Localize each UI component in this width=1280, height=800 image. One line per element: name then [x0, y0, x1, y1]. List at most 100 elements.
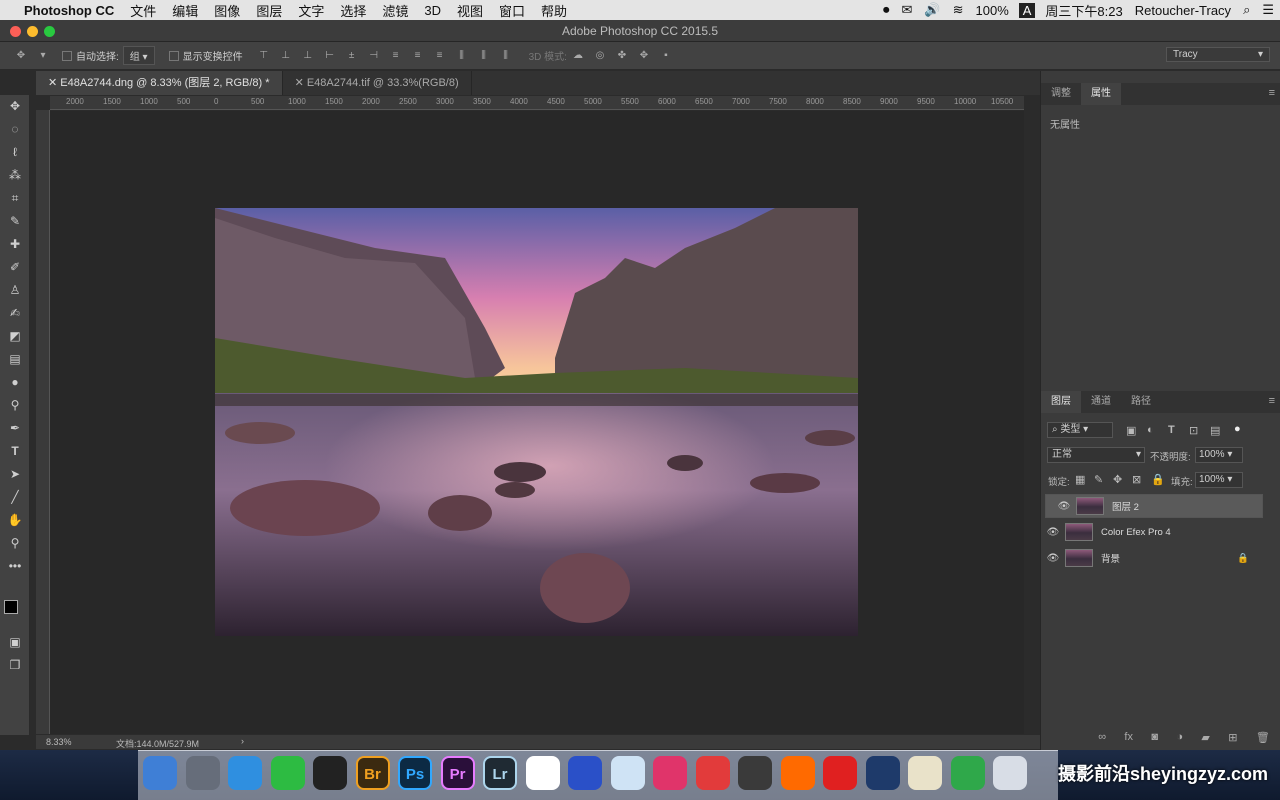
- dock-item-textedit-icon[interactable]: [908, 756, 942, 790]
- menu-window[interactable]: 窗口: [491, 1, 533, 20]
- tool-preset-chevron-icon[interactable]: ▾: [36, 50, 50, 62]
- eye-icon[interactable]: 👁: [1041, 527, 1065, 538]
- eye-icon[interactable]: 👁: [1041, 553, 1065, 564]
- lasso-tool-icon[interactable]: ℓ: [5, 143, 25, 161]
- menu-filter[interactable]: 滤镜: [374, 1, 416, 20]
- dock-item-numbers-icon[interactable]: [950, 756, 985, 790]
- tab-properties[interactable]: 属性: [1081, 83, 1121, 105]
- dock-item-finder-icon[interactable]: [143, 756, 177, 790]
- 3d-scale-icon[interactable]: ▪: [659, 50, 673, 62]
- path-select-tool-icon[interactable]: ➤: [5, 465, 25, 483]
- show-transform-checkbox[interactable]: [168, 50, 179, 61]
- add-mask-icon[interactable]: ◙: [1151, 731, 1158, 747]
- history-brush-tool-icon[interactable]: ✍: [5, 304, 25, 322]
- crop-tool-icon[interactable]: ⌗: [5, 189, 25, 207]
- workspace-dropdown[interactable]: Tracy ▾: [1166, 47, 1270, 62]
- filter-type-icon[interactable]: T: [1168, 424, 1175, 436]
- eye-icon[interactable]: 👁: [1052, 501, 1076, 512]
- lock-position-icon[interactable]: ✥: [1113, 473, 1122, 486]
- foreground-color-swatch[interactable]: [4, 600, 18, 614]
- filter-toggle-icon[interactable]: ●: [1234, 423, 1241, 435]
- distribute-vcenter-icon[interactable]: ≡: [411, 50, 425, 62]
- gradient-tool-icon[interactable]: ▤: [5, 350, 25, 368]
- filter-shape-icon[interactable]: ⊡: [1189, 424, 1198, 437]
- layer-style-icon[interactable]: fx: [1124, 731, 1133, 747]
- more-tools-icon[interactable]: •••: [5, 557, 25, 575]
- input-source[interactable]: A: [1018, 2, 1036, 18]
- layer-filter-dropdown[interactable]: ⌕ 类型 ▾: [1047, 422, 1113, 438]
- menu-layer[interactable]: 图层: [248, 1, 290, 20]
- new-layer-icon[interactable]: ⊞: [1228, 731, 1237, 747]
- menu-view[interactable]: 视图: [449, 1, 491, 20]
- move-tool-icon[interactable]: ✥: [5, 97, 25, 115]
- lock-artboard-icon[interactable]: ⊠: [1132, 473, 1141, 486]
- menu-image[interactable]: 图像: [206, 1, 248, 20]
- line-tool-icon[interactable]: ╱: [5, 488, 25, 506]
- clock[interactable]: 周三下午8:23: [1039, 1, 1128, 20]
- dock-item-qq-icon[interactable]: [313, 756, 347, 790]
- layer-row-layer2[interactable]: 👁 图层 2: [1045, 494, 1263, 518]
- zoom-tool-icon[interactable]: ⚲: [5, 534, 25, 552]
- dock-item-davinci-icon[interactable]: [653, 756, 687, 790]
- volume-icon[interactable]: 🔊: [918, 2, 946, 18]
- spotlight-icon[interactable]: ⌕: [1237, 2, 1256, 18]
- dock-item-launchpad-icon[interactable]: [185, 756, 220, 790]
- 3d-pan-icon[interactable]: ✤: [615, 50, 629, 62]
- fill-input[interactable]: 100% ▾: [1195, 472, 1243, 488]
- opacity-input[interactable]: 100% ▾: [1195, 447, 1243, 463]
- dock-item-infuse-icon[interactable]: [695, 756, 730, 790]
- align-vcenter-icon[interactable]: ⊥: [279, 50, 293, 62]
- filter-adjustment-icon[interactable]: ◐: [1147, 424, 1154, 436]
- distribute-left-icon[interactable]: ⫼: [455, 50, 469, 62]
- menu-help[interactable]: 帮助: [533, 1, 575, 20]
- tab-document-2[interactable]: ✕ E48A2744.tif @ 33.3%(RGB/8): [283, 71, 472, 95]
- 3d-roll-icon[interactable]: ◎: [593, 50, 607, 62]
- align-right-icon[interactable]: ⊣: [367, 50, 381, 62]
- lock-transparent-icon[interactable]: ▦: [1075, 473, 1085, 486]
- dock-item-obs-icon[interactable]: [738, 756, 772, 790]
- menu-edit[interactable]: 编辑: [164, 1, 206, 20]
- dock-item-safari-icon[interactable]: [228, 756, 262, 790]
- 3d-slide-icon[interactable]: ✥: [637, 50, 651, 62]
- dodge-tool-icon[interactable]: ⚲: [5, 396, 25, 414]
- healing-brush-tool-icon[interactable]: ✚: [5, 235, 25, 253]
- dock-item-br-icon[interactable]: Br: [355, 756, 390, 790]
- brush-tool-icon[interactable]: ✐: [5, 258, 25, 276]
- quick-mask-icon[interactable]: ▣: [5, 633, 25, 651]
- menu-type[interactable]: 文字: [290, 1, 332, 20]
- dock-item-baidu-icon[interactable]: [525, 756, 560, 790]
- tab-channels[interactable]: 通道: [1081, 391, 1121, 413]
- align-hcenter-icon[interactable]: ±: [345, 50, 359, 62]
- align-bottom-icon[interactable]: ⊥: [301, 50, 315, 62]
- new-group-icon[interactable]: ▰: [1201, 731, 1209, 747]
- close-window-button[interactable]: [10, 26, 21, 37]
- dock-item-netease-icon[interactable]: [823, 756, 857, 790]
- menu-select[interactable]: 选择: [332, 1, 374, 20]
- layer-row-background[interactable]: 👁 背景 🔒: [1041, 546, 1259, 570]
- dock-item-xiami-icon[interactable]: [780, 756, 815, 790]
- notification-icon[interactable]: ✉: [896, 2, 919, 18]
- marquee-tool-icon[interactable]: ◌: [5, 120, 25, 138]
- filter-smart-object-icon[interactable]: ▤: [1210, 424, 1220, 437]
- status-menu-chevron-icon[interactable]: ›: [241, 736, 244, 746]
- blend-mode-dropdown[interactable]: 正常 ▾: [1047, 447, 1145, 463]
- pen-tool-icon[interactable]: ✒: [5, 419, 25, 437]
- minimize-window-button[interactable]: [27, 26, 38, 37]
- dock-item-quicktime-icon[interactable]: [865, 756, 900, 790]
- align-left-icon[interactable]: ⊢: [323, 50, 337, 62]
- screen-mode-icon[interactable]: ❐: [5, 656, 25, 674]
- app-menu[interactable]: Photoshop CC: [16, 3, 122, 18]
- doc-size[interactable]: 文档:144.0M/527.9M: [116, 737, 199, 750]
- align-top-icon[interactable]: ⊤: [257, 50, 271, 62]
- battery-status[interactable]: 100%: [970, 3, 1015, 18]
- menu-3d[interactable]: 3D: [416, 3, 449, 18]
- lock-all-icon[interactable]: 🔒: [1151, 473, 1165, 486]
- panel-menu-icon[interactable]: ≡: [1269, 87, 1275, 99]
- document-image[interactable]: [215, 208, 858, 636]
- dock-item-preview-icon[interactable]: [993, 756, 1027, 790]
- dock-item-wechat-icon[interactable]: [270, 756, 305, 790]
- new-adjustment-icon[interactable]: ◑: [1176, 731, 1183, 747]
- menu-file[interactable]: 文件: [122, 1, 164, 20]
- tab-document-1[interactable]: ✕ E48A2744.dng @ 8.33% (图层 2, RGB/8) *: [36, 71, 283, 95]
- tab-layers[interactable]: 图层: [1041, 391, 1081, 413]
